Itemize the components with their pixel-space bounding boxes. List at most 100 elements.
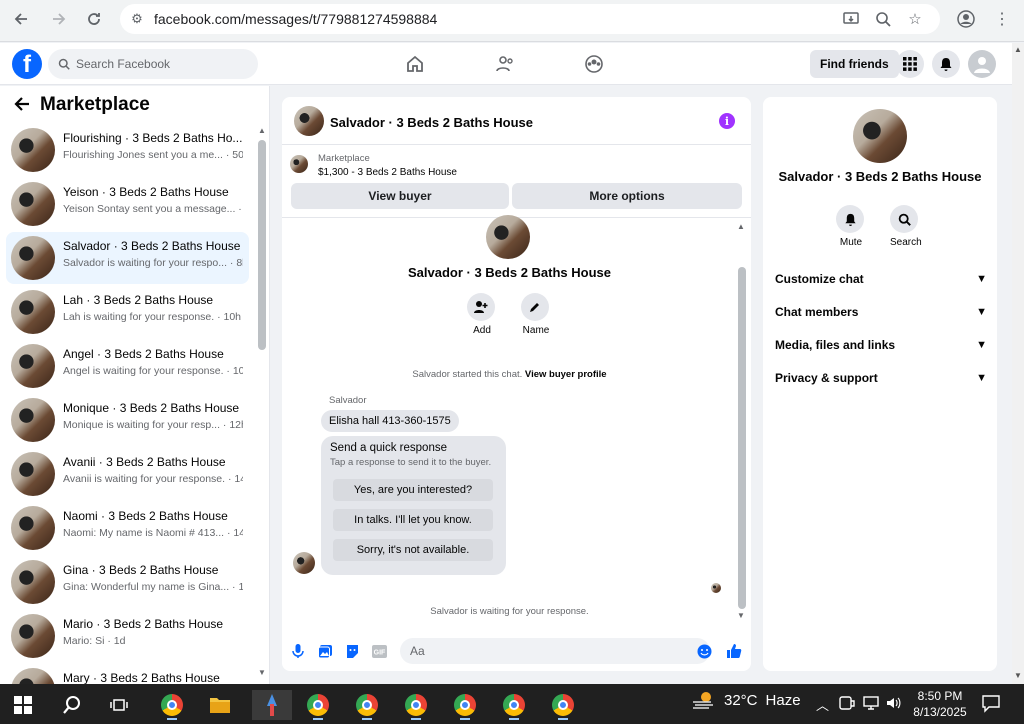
windows-start-icon[interactable] [8,690,38,720]
back-arrow-icon[interactable] [14,96,30,114]
chat-list-item[interactable]: Monique · 3 Beds 2 Baths House Monique is… [6,394,249,446]
chrome-taskbar-icon[interactable] [303,690,333,720]
tray-app-icon[interactable] [839,696,855,713]
haze-icon [693,692,713,709]
bell-icon[interactable] [836,205,864,233]
back-icon[interactable] [8,6,34,32]
add-action[interactable]: Add [467,293,497,336]
taskbar-search-icon[interactable] [57,690,87,720]
scroll-down-icon[interactable]: ▼ [258,668,266,677]
media-files-links-section[interactable]: Media, files and links ▼ [775,334,987,356]
quick-reply-button[interactable]: In talks. I'll let you know. [333,509,493,531]
chrome-taskbar-icon[interactable] [548,690,578,720]
scroll-up-icon[interactable]: ▲ [258,126,266,135]
svg-text:GIF: GIF [373,649,385,656]
name-action[interactable]: Name [521,293,551,336]
message-bubble[interactable]: Elisha hall 413-360-1575 [321,410,459,432]
search-action[interactable]: Search [890,205,922,248]
account-avatar[interactable] [968,50,996,78]
zoom-icon[interactable] [872,8,894,30]
privacy-support-section[interactable]: Privacy & support ▼ [775,367,987,389]
mute-action[interactable]: Mute [836,205,866,248]
facebook-search[interactable] [48,49,258,79]
message-input[interactable] [400,638,710,664]
info-icon[interactable]: i [719,113,735,129]
task-view-icon[interactable] [104,690,134,720]
gif-icon[interactable]: GIF [371,643,387,659]
facebook-logo[interactable]: f [12,49,42,79]
active-app-icon[interactable] [252,690,292,720]
chrome-taskbar-icon[interactable] [401,690,431,720]
page-scroll-up-icon[interactable]: ▲ [1014,45,1022,54]
listing-thumbnail[interactable] [290,155,308,173]
tray-chevron-icon[interactable]: ︿ [816,695,829,714]
profile-icon[interactable] [953,6,979,32]
chat-list-item[interactable]: Yeison · 3 Beds 2 Baths House Yeison Sont… [6,178,249,230]
install-app-icon[interactable] [840,8,862,30]
forward-icon[interactable] [46,6,72,32]
quick-reply-button[interactable]: Yes, are you interested? [333,479,493,501]
page-scrollbar[interactable]: ▲ ▼ [1012,43,1024,684]
page-scroll-down-icon[interactable]: ▼ [1014,671,1022,680]
customize-chat-section[interactable]: Customize chat ▼ [775,268,987,290]
system-clock[interactable]: 8:50 PM 8/13/2025 [905,688,975,720]
conversation-title[interactable]: Salvador · 3 Beds 2 Baths House [330,115,533,130]
search-icon[interactable] [890,205,918,233]
notifications-icon[interactable] [981,693,1001,716]
file-explorer-icon[interactable] [205,690,235,720]
details-avatar[interactable] [853,109,907,163]
conv-scroll-down-icon[interactable]: ▼ [737,611,745,620]
bookmark-star-icon[interactable]: ☆ [904,8,926,30]
network-icon[interactable] [862,696,880,713]
browser-toolbar: ⚙ facebook.com/messages/t/77988127459888… [0,0,1024,42]
conversation-avatar[interactable] [294,106,324,136]
browser-menu-icon[interactable]: ⋮ [989,6,1015,32]
search-input[interactable] [76,57,246,71]
sticker-icon[interactable] [344,643,360,659]
add-person-icon[interactable] [467,293,495,321]
site-info-icon[interactable]: ⚙ [120,11,154,27]
groups-icon[interactable] [583,53,605,75]
chevron-down-icon: ▼ [976,372,987,384]
menu-grid-icon[interactable] [896,50,924,78]
friends-icon[interactable] [494,53,516,75]
reload-icon[interactable] [81,6,107,32]
more-options-button[interactable]: More options [512,183,742,209]
chat-avatar [11,452,55,496]
address-bar[interactable]: ⚙ facebook.com/messages/t/77988127459888… [120,4,940,34]
emoji-icon[interactable] [696,643,712,659]
volume-icon[interactable] [885,695,901,714]
pencil-icon[interactable] [521,293,549,321]
chat-list-item[interactable]: Mary · 3 Beds 2 Baths House [6,664,249,684]
find-friends-button[interactable]: Find friends [810,50,899,78]
chrome-taskbar-icon[interactable] [499,690,529,720]
chat-list-scrollbar[interactable] [258,140,266,350]
chat-list-item[interactable]: Angel · 3 Beds 2 Baths House Angel is wai… [6,340,249,392]
notifications-bell-icon[interactable] [932,50,960,78]
chat-avatar [11,506,55,550]
chat-list-item[interactable]: Lah · 3 Beds 2 Baths House Lah is waiting… [6,286,249,338]
microphone-icon[interactable] [290,643,306,659]
chat-list-item[interactable]: Salvador · 3 Beds 2 Baths House Salvador … [6,232,249,284]
chevron-down-icon: ▼ [976,306,987,318]
view-buyer-button[interactable]: View buyer [291,183,509,209]
chat-list-item[interactable]: Gina · 3 Beds 2 Baths House Gina: Wonderf… [6,556,249,608]
weather-widget[interactable]: 32°C Haze [692,690,801,710]
chat-members-section[interactable]: Chat members ▼ [775,301,987,323]
like-thumb-icon[interactable] [726,643,742,659]
chrome-taskbar-icon[interactable] [450,690,480,720]
chat-list-item[interactable]: Flourishing · 3 Beds 2 Baths Ho... Flouri… [6,124,249,176]
quick-reply-button[interactable]: Sorry, it's not available. [333,539,493,561]
chat-list-item[interactable]: Mario · 3 Beds 2 Baths House Mario: Si · … [6,610,249,662]
chrome-taskbar-icon[interactable] [157,690,187,720]
chat-list-item[interactable]: Naomi · 3 Beds 2 Baths House Naomi: My na… [6,502,249,554]
conv-scroll-up-icon[interactable]: ▲ [737,222,745,231]
conversation-scrollbar[interactable] [738,267,746,609]
home-icon[interactable] [404,53,426,75]
photo-icon[interactable] [317,643,333,659]
profile-avatar[interactable] [486,215,530,259]
view-buyer-profile-link[interactable]: View buyer profile [525,369,607,380]
chrome-taskbar-icon[interactable] [352,690,382,720]
marketplace-title: Marketplace [40,94,150,115]
chat-list-item[interactable]: Avanii · 3 Beds 2 Baths House Avanii is w… [6,448,249,500]
